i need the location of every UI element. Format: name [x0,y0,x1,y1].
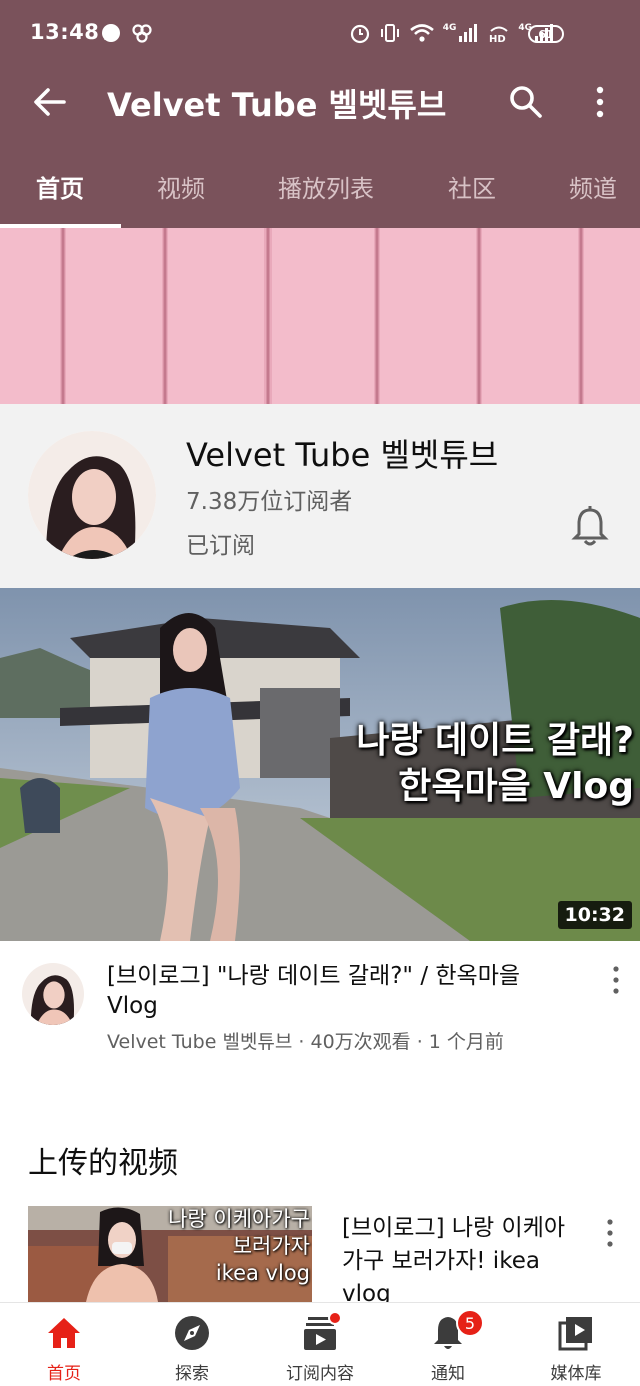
vibrate-icon [380,24,399,42]
tab-playlists[interactable]: 播放列表 [278,144,374,228]
nav-home-label: 首页 [47,1364,81,1384]
hd-call-icon: HD [489,26,509,44]
nav-notifications[interactable]: 通知 [384,1303,512,1386]
svg-text:HD: HD [489,34,506,44]
nav-home[interactable]: 首页 [0,1303,128,1386]
featured-video-title[interactable]: [브이로그] "나랑 데이트 갈래?" / 한옥마을 Vlog [107,961,557,1021]
featured-caption-line1: 나랑 데이트 갈래? [356,720,634,761]
nav-notifications-label: 通知 [431,1364,465,1384]
status-right-icons: 4G HD 4G [349,22,556,44]
video-duration-badge: 10:32 [557,901,632,929]
channel-banner [0,228,640,404]
signal-icon [459,24,478,42]
upload-more-button[interactable] [598,1216,622,1250]
wifi-icon [409,24,434,42]
notification-count-badge: 5 [456,1309,484,1337]
nav-explore-label: 探索 [175,1364,209,1384]
featured-video-thumbnail[interactable]: 나랑 데이트 갈래? 한옥마을 Vlog 10:32 [0,588,640,941]
featured-caption-line2: 한옥마을 Vlog [398,766,634,807]
status-time: 13:48 [30,20,100,44]
upload-caption-line1: 나랑 이케아가구 [168,1207,310,1231]
featured-video-meta-line: Velvet Tube 벨벳튜브 · 40万次观看 · 1 个月前 [107,1031,504,1053]
library-icon [558,1317,592,1351]
upload-thumbnail-caption: 나랑 이케아가구 보러가자 ikea vlog [168,1206,310,1287]
alarm-icon [350,24,369,44]
explore-icon [175,1316,209,1350]
channel-header: Velvet Tube 벨벳튜브 7.38万位订阅者 已订阅 [0,404,640,588]
upload-video-title[interactable]: [브이로그] 나랑 이케아 가구 보러가자! ikea vlog [342,1212,582,1302]
status-bar: 13:48 4G HD 4G 61 [0,0,640,58]
upload-caption-line2: 보러가자 [232,1234,310,1258]
status-left-icons [100,22,154,44]
nav-explore[interactable]: 探索 [128,1303,256,1386]
back-button[interactable] [26,78,74,126]
list-item[interactable]: 나랑 이케아가구 보러가자 ikea vlog [브이로그] 나랑 이케아 가구… [0,1206,640,1302]
featured-video-more-button[interactable] [604,963,628,997]
subscriber-count: 7.38万位订阅者 [186,489,353,515]
more-vert-icon [613,966,619,994]
app-bar: Velvet Tube 벨벳튜브 [0,58,640,144]
battery-level: 61 [538,27,554,41]
link-knot-icon [132,24,152,43]
tab-community[interactable]: 社区 [448,144,496,228]
tab-videos[interactable]: 视频 [157,144,205,228]
nav-subscriptions[interactable]: 订阅内容 [256,1303,384,1386]
more-options-button[interactable] [580,78,620,126]
home-icon [48,1318,80,1348]
featured-channel-avatar[interactable] [22,963,84,1025]
arrow-back-icon [34,88,66,116]
bottom-navigation: 首页 探索 订阅内容 通知 5 媒体库 [0,1302,640,1386]
bell-icon [571,506,609,546]
banner-image [0,228,640,404]
search-button[interactable] [502,78,550,126]
network-type-1: 4G [442,23,457,33]
channel-name: Velvet Tube 벨벳튜브 [186,436,499,474]
avatar-image [28,431,156,559]
uploads-section-title: 上传的视频 [28,1146,178,1181]
upload-thumbnail[interactable]: 나랑 이케아가구 보러가자 ikea vlog [28,1206,312,1302]
notification-bell-button[interactable] [570,504,610,548]
featured-thumbnail-caption: 나랑 데이트 갈래? 한옥마을 Vlog [356,718,634,810]
search-icon [510,86,542,118]
upload-caption-line3: ikea vlog [215,1261,310,1285]
battery-indicator: 61 [528,25,564,43]
nav-subscriptions-label: 订阅内容 [286,1364,354,1384]
featured-video-meta: [브이로그] "나랑 데이트 갈래?" / 한옥마을 Vlog Velvet T… [0,941,640,1061]
subscriptions-new-dot [328,1311,342,1325]
channel-tabs: 首页 视频 播放列表 社区 频道 [0,144,640,228]
tab-channels[interactable]: 频道 [569,144,617,228]
more-vert-icon [596,86,604,118]
nav-library-label: 媒体库 [550,1364,602,1384]
nav-library[interactable]: 媒体库 [512,1303,640,1386]
chat-bubble-icon [102,24,120,42]
subscribed-button[interactable]: 已订阅 [186,526,255,560]
app-bar-title: Velvet Tube 벨벳튜브 [107,86,447,124]
avatar-image [22,963,84,1025]
tab-home[interactable]: 首页 [36,144,84,228]
more-vert-icon [607,1219,613,1247]
channel-avatar[interactable] [28,431,156,559]
